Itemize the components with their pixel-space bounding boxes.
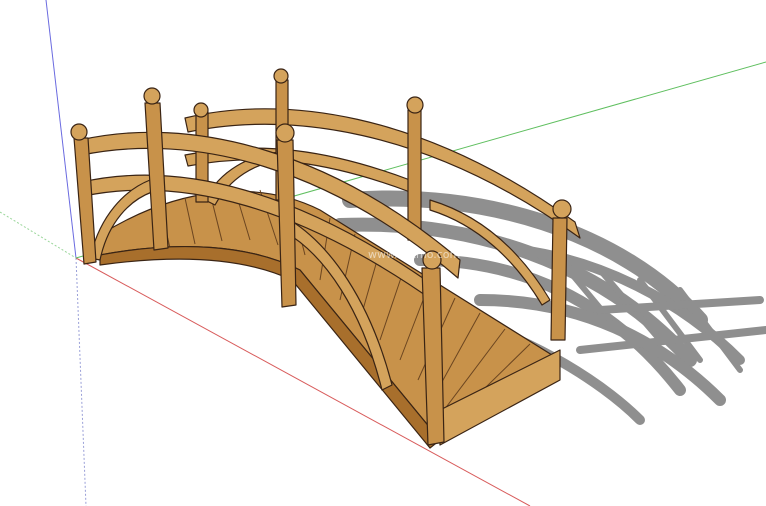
back-post-3 <box>406 96 424 241</box>
z-axis-dotted-line <box>75 257 87 506</box>
post-finial <box>143 87 161 105</box>
post-finial <box>275 123 295 143</box>
post-finial <box>406 96 424 114</box>
3d-viewport[interactable]: www.znzmo.com <box>0 0 766 506</box>
post-finial <box>70 123 88 141</box>
watermark-text: www.znzmo.com <box>368 248 460 261</box>
front-post-3 <box>275 123 297 308</box>
post-finial <box>273 68 289 84</box>
post-finial <box>193 102 209 118</box>
bridge-model[interactable] <box>70 68 581 449</box>
y-axis-dotted-line <box>0 211 77 259</box>
post-finial <box>552 199 572 219</box>
